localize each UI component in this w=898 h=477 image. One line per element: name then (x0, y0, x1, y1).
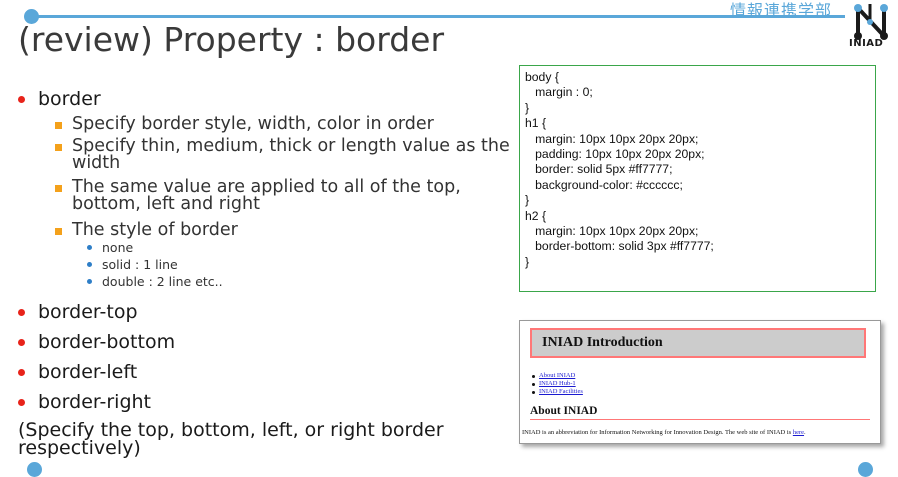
bullet-square (55, 122, 62, 129)
code-line: } (525, 100, 530, 115)
bullet-dot-small (87, 262, 92, 267)
style-bullet: none (16, 240, 516, 255)
bullet-border-right: border-right (16, 391, 516, 413)
browser-preview: INIAD Introduction About INIAD INIAD Hub… (519, 320, 881, 444)
bullet-border-bottom: border-bottom (16, 331, 516, 353)
bullet-border-left: border-left (16, 361, 516, 383)
preview-link[interactable]: INIAD Facilities (532, 388, 583, 396)
code-line: margin: 10px 10px 20px 20px; (525, 131, 699, 146)
code-line: } (525, 254, 530, 269)
bullet-dot (18, 96, 25, 103)
list-bullet (532, 375, 535, 378)
code-line: h2 { (525, 208, 547, 223)
preview-link[interactable]: INIAD Hub-1 (532, 380, 583, 388)
css-code-box: body { margin : 0; } h1 { margin: 10px 1… (519, 65, 876, 292)
code-line: border-bottom: solid 3px #ff7777; (525, 239, 714, 254)
header-rule (30, 15, 845, 18)
bullet-square (55, 144, 62, 151)
note-text: (Specify the top, bottom, left, or right… (18, 419, 444, 459)
code-line: border: solid 5px #ff7777; (525, 162, 673, 177)
style-bullet: solid : 1 line (16, 257, 516, 272)
slide-title: (review) Property : border (18, 20, 445, 59)
bullet-square (55, 228, 62, 235)
preview-link[interactable]: About INIAD (532, 372, 583, 380)
bullet-dot (18, 339, 25, 346)
bullet-border: border (16, 88, 516, 110)
code-line: background-color: #cccccc; (525, 177, 683, 192)
here-link[interactable]: here (793, 429, 804, 436)
code-line: body { (525, 70, 559, 84)
preview-h1: INIAD Introduction (530, 328, 866, 358)
sub-bullet: Specify border style, width, color in or… (16, 115, 516, 133)
code-line: h1 { (525, 116, 547, 131)
list-bullet (532, 383, 535, 386)
code-line: padding: 10px 10px 20px 20px; (525, 147, 705, 162)
preview-link-list: About INIAD INIAD Hub-1 INIAD Facilities (532, 372, 583, 396)
bullet-dot (18, 399, 25, 406)
code-line: } (525, 193, 530, 208)
style-bullet: double : 2 line etc.. (16, 274, 516, 289)
bullet-dot (18, 309, 25, 316)
sub-bullet: The style of border (16, 221, 516, 239)
sub-bullet: Specify thin, medium, thick or length va… (16, 137, 524, 172)
bullet-dot (18, 369, 25, 376)
code-line: margin : 0; (525, 85, 593, 100)
code-line: margin: 10px 10px 20px 20px; (525, 224, 699, 239)
bullet-dot-small (87, 279, 92, 284)
bullet-dot-small (87, 245, 92, 250)
bullet-border-top: border-top (16, 301, 516, 323)
department-label: 情報連携学部 (730, 1, 833, 20)
preview-h2: About INIAD (530, 405, 870, 420)
bullet-list: border Specify border style, width, colo… (16, 88, 516, 459)
logo-text: INIAD (849, 38, 884, 49)
sub-bullet: The same value are applied to all of the… (16, 178, 512, 213)
bullet-square (55, 185, 62, 192)
preview-paragraph: INIAD is an abbreviation for Information… (522, 429, 806, 436)
list-bullet (532, 391, 535, 394)
